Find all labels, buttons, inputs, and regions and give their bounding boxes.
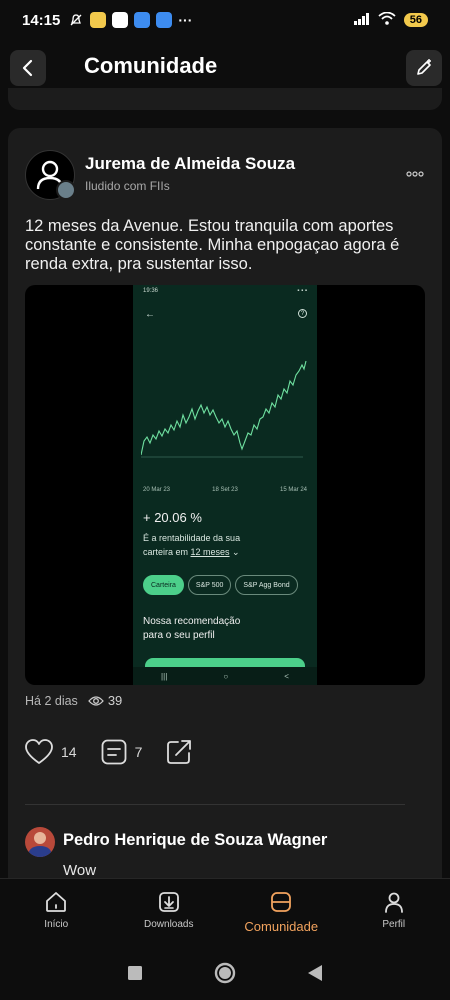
chip-sp-agg-bond: S&P Agg Bond xyxy=(235,575,298,595)
post-card: Jurema de Almeida Souza Iludido com FIIs… xyxy=(8,128,442,888)
new-post-button[interactable] xyxy=(406,50,442,86)
home-button[interactable] xyxy=(214,962,236,984)
battery-indicator: 56 xyxy=(403,13,428,27)
system-navigation-bar xyxy=(0,945,450,1000)
eye-icon xyxy=(87,695,104,706)
like-count: 14 xyxy=(61,744,77,760)
embedded-back-arrow: ← xyxy=(145,309,155,320)
more-horizontal-icon xyxy=(406,171,424,177)
comment-text: Wow xyxy=(63,862,97,879)
heart-icon xyxy=(25,739,53,764)
nav-label: Comunidade xyxy=(244,919,319,934)
previous-post-card xyxy=(8,88,442,110)
share-icon xyxy=(167,740,192,764)
performance-line-chart xyxy=(141,360,307,458)
bottom-navigation: Início Downloads Comunidade Perfil xyxy=(0,878,450,945)
return-percentage: + 20.06 % xyxy=(143,510,202,525)
community-icon xyxy=(271,892,292,912)
post-meta: Há 2 dias 39 xyxy=(25,693,122,708)
comment-avatar[interactable] xyxy=(25,827,55,857)
app-icon xyxy=(134,12,151,28)
comment-icon xyxy=(101,739,126,765)
return-description: É a rentabilidade da sua carteira em 12 … xyxy=(143,533,241,557)
back-button[interactable] xyxy=(10,50,46,86)
embedded-status-time: 19:36 xyxy=(143,288,159,294)
like-button[interactable]: 14 xyxy=(25,739,77,765)
post-image[interactable]: 19:36 ▪ ▪ ▪ ← ? 20 Mar 23 18 Set 23 15 M… xyxy=(25,285,425,685)
chevron-left-icon xyxy=(22,59,33,77)
nav-label: Início xyxy=(44,919,69,930)
comment-button[interactable]: 7 xyxy=(101,739,143,765)
performance-line xyxy=(141,360,307,456)
mute-icon xyxy=(68,12,84,28)
post-author[interactable]: Jurema de Almeida Souza xyxy=(85,154,295,174)
wifi-icon xyxy=(378,11,396,28)
share-button[interactable] xyxy=(166,739,192,765)
status-time: 14:15 xyxy=(22,11,61,29)
divider xyxy=(25,804,405,805)
nav-label: Perfil xyxy=(382,919,406,930)
status-bar: 14:15 ··· 56 xyxy=(0,0,450,40)
chart-date-axis: 20 Mar 23 18 Set 23 15 Mar 24 xyxy=(143,487,307,493)
chip-carteira: Carteira xyxy=(143,575,184,595)
page-title: Comunidade xyxy=(84,53,218,78)
back-nav-button[interactable] xyxy=(308,964,322,981)
views-count: 39 xyxy=(87,693,122,708)
post-text: 12 meses da Avenue. Estou tranquila com … xyxy=(25,217,400,273)
comment-count: 7 xyxy=(134,744,143,760)
download-icon xyxy=(158,892,179,912)
avatar-badge xyxy=(56,180,76,200)
post-author-subtitle: Iludido com FIIs xyxy=(85,179,170,193)
embedded-nav-bar: ||| ○ < xyxy=(133,667,317,685)
profile-icon xyxy=(384,892,403,913)
post-actions: 14 7 xyxy=(25,739,216,765)
notification-app-icon xyxy=(90,12,107,28)
more-options-button[interactable] xyxy=(406,164,424,182)
nav-label: Downloads xyxy=(144,919,194,930)
home-icon xyxy=(46,892,67,912)
chat-icon xyxy=(112,12,129,28)
recommendation-text: Nossa recomendação para o seu perfil xyxy=(143,616,241,641)
embedded-status-icons: ▪ ▪ ▪ xyxy=(297,288,307,294)
date-tick: 20 Mar 23 xyxy=(143,487,171,493)
embedded-phone-screenshot: 19:36 ▪ ▪ ▪ ← ? 20 Mar 23 18 Set 23 15 M… xyxy=(133,285,317,685)
nav-inicio[interactable]: Início xyxy=(0,879,113,945)
nav-downloads[interactable]: Downloads xyxy=(113,879,226,945)
chip-sp500: S&P 500 xyxy=(187,575,232,595)
edit-icon xyxy=(417,59,431,75)
comparison-chips: Carteira S&P 500 S&P Agg Bond xyxy=(143,575,298,595)
recents-button[interactable] xyxy=(128,965,142,980)
comment-author[interactable]: Pedro Henrique de Souza Wagner xyxy=(63,831,327,850)
more-notifications-icon: ··· xyxy=(178,12,193,28)
app-icon xyxy=(156,12,173,28)
date-tick: 18 Set 23 xyxy=(212,487,238,493)
post-time-ago: Há 2 dias xyxy=(25,693,78,708)
nav-perfil[interactable]: Perfil xyxy=(338,879,450,945)
signal-icon xyxy=(353,12,370,28)
embedded-help-icon: ? xyxy=(298,309,307,318)
nav-comunidade[interactable]: Comunidade xyxy=(225,879,338,945)
date-tick: 15 Mar 24 xyxy=(279,487,307,493)
app-header: Comunidade xyxy=(0,47,450,87)
